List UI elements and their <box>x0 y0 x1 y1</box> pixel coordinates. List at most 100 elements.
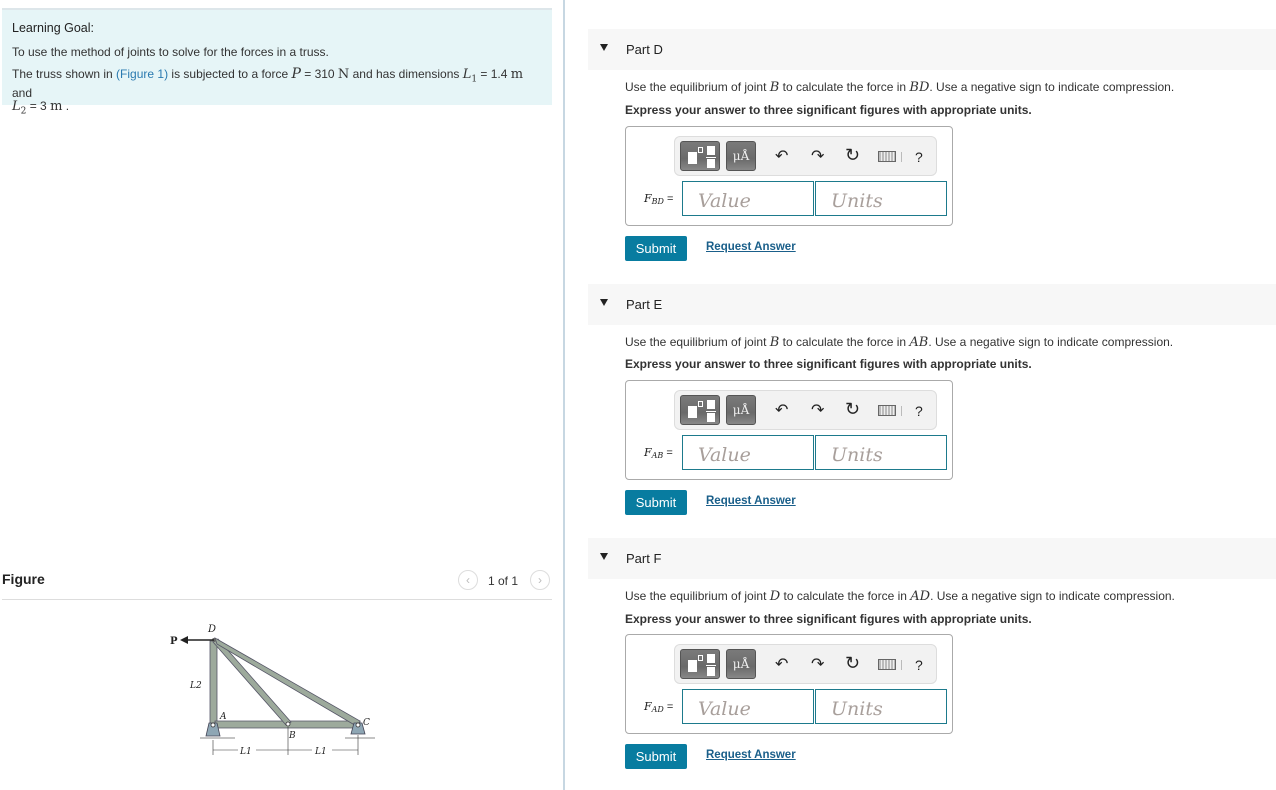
templates-button[interactable] <box>680 395 720 425</box>
units-input[interactable] <box>815 435 947 470</box>
symbol-P: P <box>291 66 301 82</box>
q-text: . Use a negative sign to indicate compre… <box>930 589 1175 603</box>
keyboard-icon[interactable] <box>878 151 896 162</box>
undo-icon[interactable]: ↶ <box>775 401 788 421</box>
units-button[interactable]: μÅ <box>726 395 756 425</box>
request-answer-link[interactable]: Request Answer <box>706 749 796 761</box>
joint-symbol: B <box>769 80 780 95</box>
value-L2: = 3 <box>26 98 51 113</box>
label-L1: L1 <box>314 747 327 757</box>
redo-icon[interactable]: ↷ <box>811 655 824 675</box>
part-header[interactable]: Part F <box>588 538 1276 579</box>
toolbar-separator <box>901 406 902 416</box>
submit-button[interactable]: Submit <box>625 744 687 769</box>
var-subscript: BD <box>651 197 664 206</box>
figure-link[interactable]: (Figure 1) <box>116 67 168 81</box>
math-toolbar: μÅ ↶ ↷ ↻ ? <box>674 390 937 430</box>
value-input[interactable] <box>682 689 814 724</box>
submit-button[interactable]: Submit <box>625 236 687 261</box>
units-button[interactable]: μÅ <box>726 649 756 679</box>
statement-text: and <box>12 85 33 100</box>
question-text: Use the equilibrium of joint B to calcul… <box>625 80 1174 95</box>
label-L1: L1 <box>239 747 252 757</box>
label-B: B <box>288 731 296 741</box>
part-label: Part E <box>626 297 663 312</box>
part-label: Part D <box>626 42 663 57</box>
chevron-right-icon[interactable]: › <box>530 570 550 590</box>
reset-icon[interactable]: ↻ <box>845 653 860 673</box>
keyboard-icon[interactable] <box>878 405 896 416</box>
caret-down-icon <box>600 299 608 306</box>
caret-down-icon <box>600 44 608 51</box>
value-input[interactable] <box>682 435 814 470</box>
var-subscript: AB <box>651 451 664 460</box>
label-A: A <box>219 712 227 722</box>
equals-sign: = <box>667 193 674 205</box>
label-P: P <box>170 636 178 647</box>
joint-symbol: B <box>769 335 780 350</box>
units-button[interactable]: μÅ <box>726 141 756 171</box>
pane-divider[interactable] <box>563 0 565 790</box>
truss-figure: P D A B C L2 L1 L1 <box>170 624 375 757</box>
part-e: Part E Use the equilibrium of joint B to… <box>588 284 1276 524</box>
answer-box: μÅ ↶ ↷ ↻ ? FAD = <box>625 634 953 734</box>
submit-button[interactable]: Submit <box>625 490 687 515</box>
keyboard-icon[interactable] <box>878 659 896 670</box>
var-symbol: F <box>644 700 652 713</box>
learning-goal-objective: To use the method of joints to solve for… <box>12 45 329 59</box>
q-text: to calculate the force in <box>779 80 910 94</box>
member-symbol: AD <box>910 589 931 604</box>
redo-icon[interactable]: ↷ <box>811 401 824 421</box>
label-C: C <box>363 718 370 728</box>
statement-text: The truss shown in <box>12 67 117 81</box>
learning-goal-box: Learning Goal: To use the method of join… <box>2 8 552 116</box>
member-AD <box>209 640 218 729</box>
redo-icon[interactable]: ↷ <box>811 147 824 167</box>
undo-icon[interactable]: ↶ <box>775 147 788 167</box>
undo-icon[interactable]: ↶ <box>775 655 788 675</box>
label-D: D <box>207 624 216 635</box>
q-text: Use the equilibrium of joint <box>625 589 770 603</box>
variable-label: FBD = <box>644 192 673 206</box>
part-label: Part F <box>626 551 662 566</box>
part-header[interactable]: Part D <box>588 29 1276 70</box>
instruction-text: Express your answer to three significant… <box>625 103 1032 117</box>
unit-N: N <box>337 67 350 82</box>
figure-header: Figure ‹ 1 of 1 › <box>2 568 552 600</box>
symbol-letter: L <box>12 98 21 114</box>
value-L1: = 1.4 <box>477 67 511 81</box>
reset-icon[interactable]: ↻ <box>845 399 860 419</box>
help-icon[interactable]: ? <box>915 655 923 675</box>
value-input[interactable] <box>682 181 814 216</box>
reset-icon[interactable]: ↻ <box>845 145 860 165</box>
member-symbol: AB <box>909 335 929 350</box>
q-text: to calculate the force in <box>779 335 910 349</box>
q-text: Use the equilibrium of joint <box>625 80 770 94</box>
answer-box: μÅ ↶ ↷ ↻ ? FAB = <box>625 380 953 480</box>
units-input[interactable] <box>815 689 947 724</box>
learning-goal-title: Learning Goal: <box>12 21 95 35</box>
value-P: = 310 <box>300 67 338 81</box>
joint-B <box>285 721 291 727</box>
var-symbol: F <box>644 446 652 459</box>
toolbar-separator <box>901 660 902 670</box>
templates-button[interactable] <box>680 141 720 171</box>
request-answer-link[interactable]: Request Answer <box>706 495 796 507</box>
symbol-L2: L2 <box>12 98 26 117</box>
part-header[interactable]: Part E <box>588 284 1276 325</box>
equals-sign: = <box>666 447 673 459</box>
request-answer-link[interactable]: Request Answer <box>706 241 796 253</box>
q-text: . Use a negative sign to indicate compre… <box>928 335 1174 349</box>
variable-label: FAB = <box>644 446 673 460</box>
help-icon[interactable]: ? <box>915 147 923 167</box>
variable-label: FAD = <box>644 700 673 714</box>
help-icon[interactable]: ? <box>915 401 923 421</box>
statement-text: . <box>62 98 70 113</box>
chevron-left-icon[interactable]: ‹ <box>458 570 478 590</box>
templates-button[interactable] <box>680 649 720 679</box>
q-text: to calculate the force in <box>780 589 911 603</box>
joint-symbol: D <box>769 589 781 604</box>
instruction-text: Express your answer to three significant… <box>625 612 1032 626</box>
answer-box: μÅ ↶ ↷ ↻ ? FBD = <box>625 126 953 226</box>
units-input[interactable] <box>815 181 947 216</box>
